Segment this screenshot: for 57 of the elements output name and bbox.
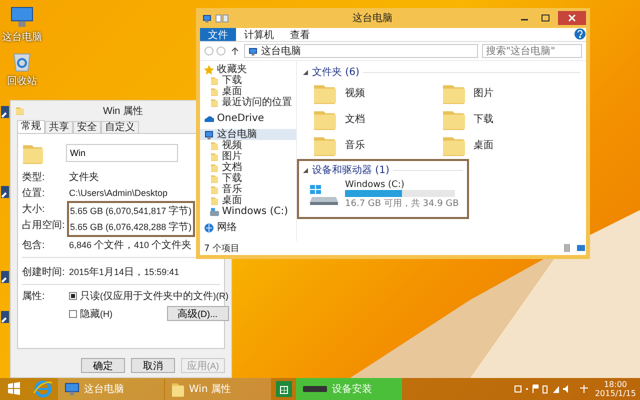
nav-item[interactable]: 下载 — [200, 75, 296, 86]
folder-item[interactable]: 图片 — [442, 82, 570, 104]
drive-info: 16.7 GB 可用，共 34.9 GB — [345, 198, 459, 210]
field-value: 5.65 GB (6,076,428,288 字节) — [70, 220, 192, 235]
ribbon-tab[interactable]: 文件 — [200, 28, 236, 41]
checkbox[interactable]: 隐藏(H) — [69, 306, 112, 320]
field-label: 包含: — [22, 238, 46, 252]
section-heading[interactable]: 文件夹 (6) — [312, 65, 360, 79]
tab[interactable]: 常规 — [17, 120, 45, 133]
field-label: 创建时间: — [22, 266, 66, 279]
tab[interactable]: 安全 — [73, 121, 101, 133]
dialog-button[interactable]: 确定 — [81, 358, 125, 373]
address-bar[interactable]: 这台电脑 — [244, 44, 478, 58]
nav-item[interactable]: 图片 — [200, 151, 296, 162]
section-heading[interactable]: 设备和驱动器 (1) — [312, 163, 390, 177]
ribbon-tab[interactable]: 计算机 — [236, 28, 282, 41]
nav-item[interactable]: 音乐 — [200, 184, 296, 195]
tab[interactable]: 共享 — [45, 121, 73, 133]
field-value: 文件夹 — [69, 170, 99, 184]
field-label: 属性: — [22, 290, 46, 303]
folder-item[interactable]: 音乐 — [313, 134, 442, 156]
nav-item[interactable]: OneDrive — [200, 113, 296, 124]
nav-item[interactable]: 文档 — [200, 162, 296, 173]
field-value: 5.65 GB (6,070,541,817 字节) — [70, 204, 192, 219]
search-field[interactable]: 搜索"这台电脑" — [482, 44, 582, 58]
field-value: 2015年1月14日，15:59:41 — [69, 266, 180, 279]
folder-item[interactable]: 视频 — [313, 82, 442, 104]
field-label: 类型: — [22, 170, 46, 184]
field-value: C:\Users\Admin\Desktop — [69, 188, 168, 198]
nav-item[interactable]: 收藏夹 — [200, 64, 296, 75]
window-title: 这台电脑 — [352, 12, 394, 25]
nav-item[interactable]: 桌面 — [200, 195, 296, 206]
nav-item[interactable]: 视频 — [200, 140, 296, 151]
folder-item[interactable]: 文档 — [313, 108, 442, 130]
ribbon-tab[interactable]: 查看 — [282, 28, 318, 41]
nav-item[interactable]: 这台电脑 — [200, 129, 296, 140]
field-label: 位置: — [22, 186, 46, 200]
drive-name[interactable]: Windows (C:) — [345, 180, 459, 190]
checkbox[interactable]: 只读(仅应用于文件夹中的文件)(R) — [69, 289, 228, 303]
tab[interactable]: 自定义 — [101, 121, 139, 133]
nav-item[interactable]: 下载 — [200, 173, 296, 184]
nav-item[interactable]: Windows (C:) — [200, 206, 296, 217]
folder-item[interactable]: 桌面 — [442, 134, 570, 156]
window-title: Win 属性 — [103, 104, 143, 118]
address-text: 这台电脑 — [261, 44, 301, 58]
nav-item[interactable]: 最近访问的位置 — [200, 97, 296, 108]
advanced-button[interactable]: 高级(D)... — [166, 306, 228, 321]
field-label: 占用空间: — [22, 218, 66, 232]
dialog-button[interactable]: 取消 — [131, 358, 175, 373]
nav-item[interactable]: 桌面 — [200, 86, 296, 97]
status-text: 7 个项目 — [204, 242, 240, 254]
field-label: 大小: — [22, 202, 46, 216]
name-field[interactable]: Win — [66, 144, 178, 162]
folder-item[interactable]: 下载 — [442, 108, 570, 130]
clock[interactable]: 18:00 2015/1/15 — [594, 380, 636, 398]
field-value: 6,846 个文件，410 个文件夹 — [69, 238, 192, 252]
nav-item[interactable]: 网络 — [200, 222, 296, 233]
